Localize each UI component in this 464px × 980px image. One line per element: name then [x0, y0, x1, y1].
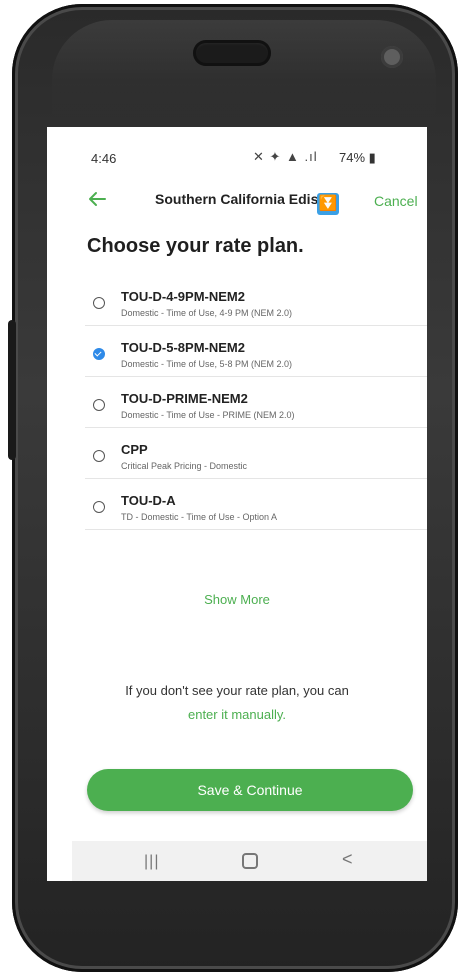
- rate-plan-list: TOU-D-4-9PM-NEM2 Domestic - Time of Use,…: [85, 275, 427, 530]
- radio-button-selected[interactable]: [93, 348, 105, 360]
- earpiece-speaker: [193, 40, 271, 66]
- status-icons: ✕ ✦ ▲ .ıl: [253, 149, 318, 164]
- plan-description: Domestic - Time of Use - PRIME (NEM 2.0): [121, 410, 295, 420]
- recent-apps-icon[interactable]: |||: [144, 853, 159, 871]
- plan-row[interactable]: CPP Critical Peak Pricing - Domestic: [85, 428, 427, 479]
- cancel-button[interactable]: Cancel: [374, 193, 418, 209]
- front-camera: [381, 46, 403, 68]
- enter-manually-link[interactable]: enter it manually.: [47, 707, 427, 722]
- back-arrow-icon[interactable]: [85, 187, 109, 211]
- side-button: [8, 320, 16, 460]
- page-title: Choose your rate plan.: [87, 235, 304, 257]
- plan-description: Domestic - Time of Use, 4-9 PM (NEM 2.0): [121, 308, 293, 318]
- battery-percent: 74%: [339, 150, 366, 165]
- plan-name: TOU-D-PRIME-NEM2: [121, 391, 248, 406]
- android-nav-bar: ||| <: [72, 841, 427, 881]
- plan-row[interactable]: TOU-D-4-9PM-NEM2 Domestic - Time of Use,…: [85, 275, 427, 326]
- plan-description: TD - Domestic - Time of Use - Option A: [121, 512, 278, 522]
- plan-row[interactable]: TOU-D-A TD - Domestic - Time of Use - Op…: [85, 479, 427, 530]
- plan-description: Domestic - Time of Use, 5-8 PM (NEM 2.0): [121, 359, 293, 369]
- plan-name: CPP: [121, 442, 148, 457]
- plan-description: Critical Peak Pricing - Domestic: [121, 461, 248, 471]
- plan-name: TOU-D-4-9PM-NEM2: [121, 289, 245, 304]
- plan-name: TOU-D-A: [121, 493, 176, 508]
- battery-level: 74% ▮: [339, 150, 376, 166]
- radio-button[interactable]: [93, 501, 105, 513]
- download-overlay-icon[interactable]: ⏬: [317, 193, 339, 215]
- bezel-shine: [52, 20, 436, 120]
- show-more-link[interactable]: Show More: [47, 592, 427, 607]
- save-continue-button[interactable]: Save & Continue: [87, 769, 413, 811]
- radio-button[interactable]: [93, 450, 105, 462]
- phone-screen: 4:46 ✕ ✦ ▲ .ıl 74% ▮ Southern California…: [47, 127, 427, 881]
- home-icon[interactable]: [242, 853, 258, 869]
- battery-icon: ▮: [368, 150, 376, 165]
- app-header: Southern California Ediso ⏬ Cancel: [47, 183, 427, 219]
- status-time: 4:46: [91, 151, 117, 166]
- plan-name: TOU-D-5-8PM-NEM2: [121, 340, 245, 355]
- manual-entry-hint: If you don't see your rate plan, you can: [125, 683, 349, 698]
- radio-button[interactable]: [93, 399, 105, 411]
- radio-button[interactable]: [93, 297, 105, 309]
- header-title: Southern California Ediso: [155, 191, 327, 207]
- back-icon[interactable]: <: [342, 849, 353, 870]
- status-bar: 4:46 ✕ ✦ ▲ .ıl 74% ▮: [47, 127, 427, 183]
- plan-row[interactable]: TOU-D-PRIME-NEM2 Domestic - Time of Use …: [85, 377, 427, 428]
- plan-row[interactable]: TOU-D-5-8PM-NEM2 Domestic - Time of Use,…: [85, 326, 427, 377]
